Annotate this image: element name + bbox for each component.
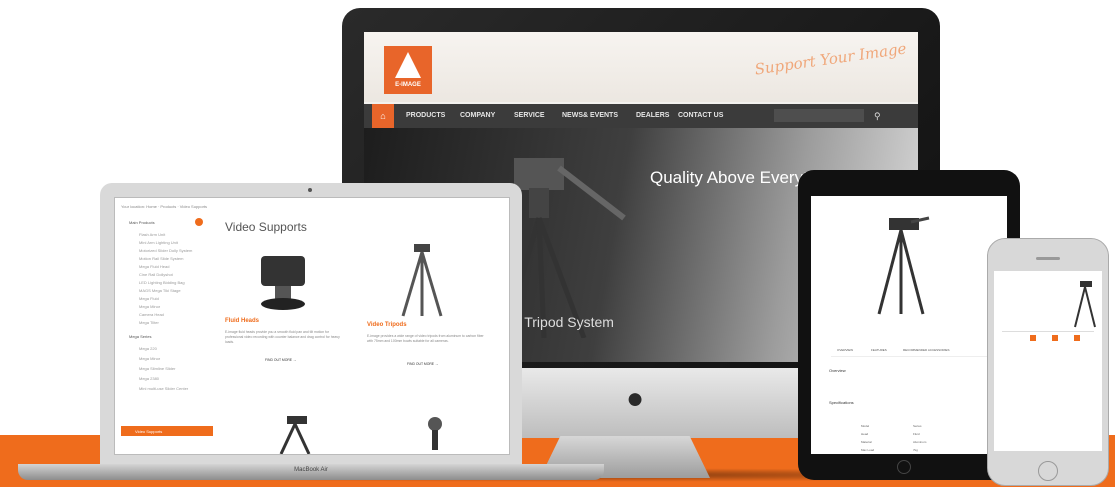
breadcrumb: Your location: Home · Products · Video S… [121,204,208,209]
macbook-base: MacBook Air [18,464,604,480]
sidebar-item[interactable]: Mega Minor [139,356,160,361]
spec-icon [1052,335,1058,341]
sidebar-item[interactable]: Mega Slimline Slider [139,366,175,371]
find-out-more-link[interactable]: FIND OUT MORE → [265,358,296,362]
fluid-head-image[interactable] [253,242,313,312]
sidebar-item[interactable]: Motion Rail Slide System [139,256,183,261]
iphone-screen [994,271,1102,451]
tab-accessories[interactable]: RECOMMENDED ACCESSORIES [903,348,950,352]
tripod-product-image[interactable] [871,216,931,316]
product-sidebar: Main Products Flash Arm Unit Mini Arm Li… [121,214,213,449]
apple-logo-icon: ● [626,382,645,415]
macbook-label: MacBook Air [294,467,328,473]
nav-news-events[interactable]: NEWS& EVENTS [562,104,618,128]
iphone-speaker [1036,257,1060,260]
logo-text: E-IMAGE [395,82,421,88]
sidebar-item[interactable]: LED Lighting Bidding Bag [139,280,185,285]
video-tripod-image[interactable] [397,242,447,318]
macbook-screen: Your location: Home · Products · Video S… [114,197,510,455]
overview-heading: Overview [829,368,846,373]
sidebar-item[interactable]: Mega 2380 [139,376,159,381]
page-title: Video Supports [225,220,307,234]
iphone-home-button[interactable] [1038,461,1058,481]
spec-label: Head [861,432,869,436]
spec-value: 7kg [913,448,918,452]
sidebar-active-label: Video Supports [135,429,163,434]
specs-heading: Specifications [829,400,854,405]
nav-dealers[interactable]: DEALERS [636,104,669,128]
product-title[interactable]: Video Tripods [367,322,407,328]
macbook-device: Your location: Home · Products · Video S… [100,183,522,471]
product-description: E-image provides a wide range of video t… [367,334,484,343]
site-header: E-IMAGE Support Your Image [364,32,918,102]
nav-products[interactable]: PRODUCTS [406,104,445,128]
product-card-fluid-heads: Fluid Heads E-image fluid heads provide … [225,242,345,392]
tab-overview[interactable]: OVERVIEW [837,348,853,352]
divider [1002,331,1094,332]
sidebar-item[interactable]: Mega 220 [139,346,157,351]
spec-label: Material [861,440,872,444]
ipad-home-button[interactable] [897,460,911,474]
tripod-product-image[interactable] [1072,279,1098,329]
tripod-product-image[interactable] [275,414,315,454]
sidebar-item[interactable]: Mega Tilter [139,320,159,325]
sidebar-item[interactable]: Camera Head [139,312,164,317]
product-title[interactable]: Fluid Heads [225,318,259,324]
ipad-screen: OVERVIEW FEATURES RECOMMENDED ACCESSORIE… [811,196,1007,454]
eimage-logo[interactable]: E-IMAGE [384,46,432,94]
sidebar-item-active[interactable]: Video Supports [121,426,213,436]
sidebar-item[interactable]: Flash Arm Unit [139,232,165,237]
main-nav: ⌂ PRODUCTS COMPANY SERVICE NEWS& EVENTS … [364,104,918,128]
product-card-video-tripods: Video Tripods E-image provides a wide ra… [367,242,487,392]
home-icon[interactable]: ⌂ [372,104,394,128]
product-tabs: OVERVIEW FEATURES RECOMMENDED ACCESSORIE… [831,346,1001,357]
spec-value: Aluminum [913,440,927,444]
spec-label: Max Load [861,448,875,452]
product-description: E-image fluid heads provide you a smooth… [225,330,340,344]
spec-value: Fluid [913,432,920,436]
nav-contact-us[interactable]: CONTACT US [678,104,723,128]
spec-icon [1030,335,1036,341]
dolly-product-image[interactable] [415,414,455,454]
sidebar-item[interactable]: MAGS Mega Tiki Stage [139,288,181,293]
spec-icon [1074,335,1080,341]
camera-icon [308,188,312,192]
sidebar-heading-2[interactable]: Mega Series [129,334,151,339]
nav-service[interactable]: SERVICE [514,104,545,128]
sidebar-item[interactable]: Cine Rail Dollyshot [139,272,173,277]
search-icon[interactable]: ⚲ [874,104,881,128]
collapse-icon[interactable] [195,218,203,226]
sidebar-item[interactable]: Mega Fluid [139,296,159,301]
sidebar-item[interactable]: Mini multi-use Slider Center [139,386,188,391]
sidebar-item[interactable]: Motorized Slider Dolly System [139,248,192,253]
tab-features[interactable]: FEATURES [871,348,887,352]
tripod-logo-icon [395,52,421,78]
site-tagline: Support Your Image [753,39,908,79]
sidebar-item[interactable]: Mega Fluid Head [139,264,169,269]
nav-company[interactable]: COMPANY [460,104,495,128]
search-input[interactable] [774,109,864,122]
spec-label: Model [861,424,870,428]
find-out-more-link[interactable]: FIND OUT MORE → [407,362,438,366]
sidebar-heading[interactable]: Main Products [129,220,155,225]
sidebar-item[interactable]: Mega Minor [139,304,160,309]
iphone-device [987,238,1109,486]
spec-value: Series [913,424,922,428]
sidebar-item[interactable]: Mini Arm Lighting Unit [139,240,178,245]
